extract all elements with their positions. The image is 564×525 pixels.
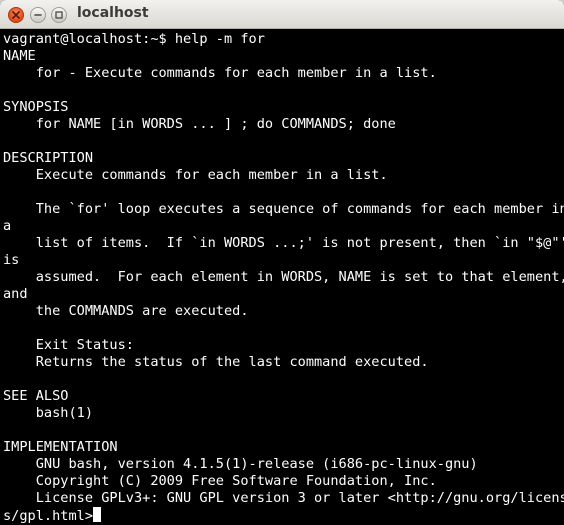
terminal-output[interactable]: vagrant@localhost:~$ help -m for NAME for… <box>0 29 564 525</box>
terminal-line: License GPLv3+: GNU GPL version 3 or lat… <box>3 490 564 506</box>
terminal-line: Execute commands for each member in a li… <box>3 167 388 183</box>
terminal-line: a <box>3 218 12 234</box>
terminal-line: list of items. If `in WORDS ...;' is not… <box>3 235 564 251</box>
terminal-last-line: s/gpl.html> <box>3 507 102 524</box>
maximize-icon <box>55 11 63 19</box>
terminal-line: SEE ALSO <box>3 388 69 404</box>
terminal-line: for - Execute commands for each member i… <box>3 65 437 81</box>
title-bar[interactable]: localhost <box>0 0 564 29</box>
terminal-line: and <box>3 286 28 302</box>
minimize-button[interactable] <box>30 7 46 23</box>
terminal-line: the COMMANDS are executed. <box>3 303 249 319</box>
terminal-line: Returns the status of the last command e… <box>3 354 429 370</box>
terminal-line: Copyright (C) 2009 Free Software Foundat… <box>3 473 437 489</box>
terminal-line: SYNOPSIS <box>3 99 69 115</box>
terminal-line: is <box>3 252 20 268</box>
minimize-icon <box>34 11 42 19</box>
terminal-line: DESCRIPTION <box>3 150 94 166</box>
close-icon <box>12 11 20 19</box>
terminal-line: IMPLEMENTATION <box>3 439 118 455</box>
maximize-button[interactable] <box>51 7 67 23</box>
terminal-line: vagrant@localhost:~$ help -m for <box>3 31 265 47</box>
terminal-cursor <box>93 507 102 522</box>
terminal-window: localhost vagrant@localhost:~$ help -m f… <box>0 0 564 525</box>
terminal-line: GNU bash, version 4.1.5(1)-release (i686… <box>3 456 478 472</box>
terminal-line: The `for' loop executes a sequence of co… <box>3 201 564 217</box>
terminal-line: bash(1) <box>3 405 94 421</box>
terminal-line: NAME <box>3 48 36 64</box>
window-title: localhost <box>77 5 149 21</box>
close-button[interactable] <box>8 7 24 23</box>
terminal-line: assumed. For each element in WORDS, NAME… <box>3 269 564 285</box>
terminal-line: Exit Status: <box>3 337 134 353</box>
terminal-line: for NAME [in WORDS ... ] ; do COMMANDS; … <box>3 116 396 132</box>
